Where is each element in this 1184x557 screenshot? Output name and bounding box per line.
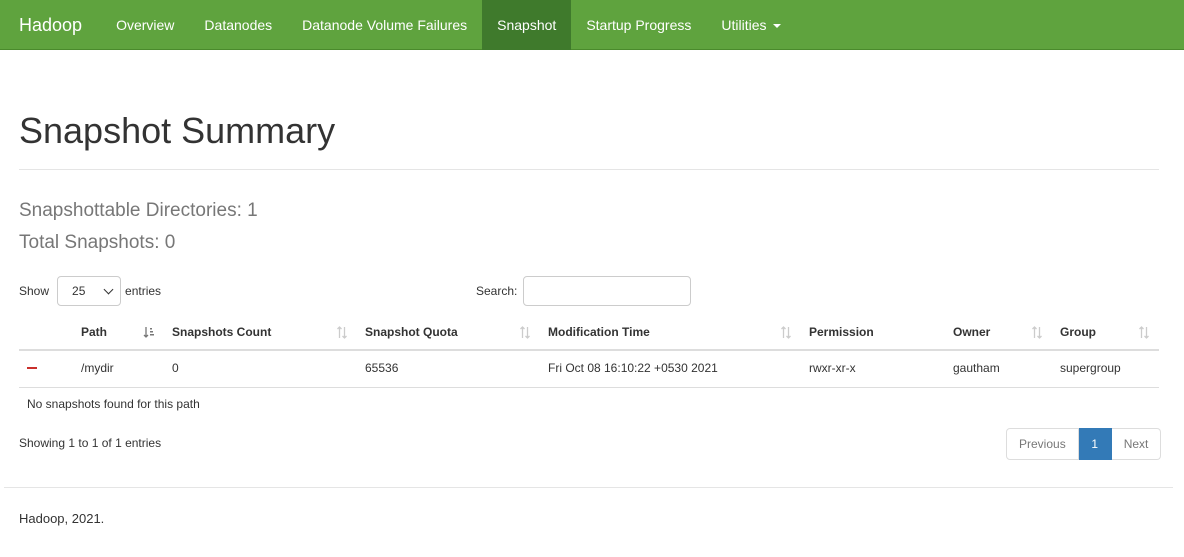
nav-utilities-dropdown[interactable]: Utilities [706,0,795,50]
brand-link[interactable]: Hadoop [0,0,101,50]
page-title: Snapshot Summary [19,110,336,151]
page-length-value: 25 [72,284,86,298]
pagination: Previous 1 Next [1006,428,1162,460]
column-header-snapshot-quota[interactable]: Snapshot Quota [365,325,458,339]
collapse-row-icon[interactable] [27,367,37,369]
cell-owner: gautham [953,361,1000,375]
table-search-control: Search: [476,276,692,306]
sort-both-icon[interactable] [336,326,348,339]
chevron-down-icon [103,284,114,294]
sort-ascending-icon[interactable] [143,326,155,339]
page-1-button[interactable]: 1 [1078,428,1112,460]
column-header-snapshots-count[interactable]: Snapshots Count [172,325,271,339]
sort-both-icon[interactable] [1138,326,1150,339]
nav-snapshot[interactable]: Snapshot [482,0,572,50]
table-header-border [19,349,1159,351]
footer-text: Hadoop, 2021. [19,511,105,526]
nav-utilities-label: Utilities [721,16,767,33]
column-header-owner[interactable]: Owner [953,325,990,339]
sort-both-icon[interactable] [519,326,531,339]
next-page-button[interactable]: Next [1111,428,1162,460]
column-header-path[interactable]: Path [81,325,107,339]
caret-down-icon [772,23,781,28]
cell-path: /mydir [81,361,114,375]
row-divider [19,387,1159,388]
footer-divider [4,487,1173,488]
nav-overview[interactable]: Overview [101,0,189,50]
table-length-control: Show 25 entries [19,276,161,306]
table-info: Showing 1 to 1 of 1 entries [19,436,162,450]
search-input[interactable] [523,276,692,306]
divider [19,169,1159,170]
nav-datanodes[interactable]: Datanodes [189,0,287,50]
nav-startup-progress[interactable]: Startup Progress [571,0,706,50]
cell-snapshot-quota: 65536 [365,361,399,375]
column-header-permission[interactable]: Permission [809,325,874,339]
column-header-modification-time[interactable]: Modification Time [548,325,650,339]
cell-permission: rwxr-xr-x [809,361,856,375]
cell-group: supergroup [1060,361,1121,375]
page-length-select[interactable]: 25 [57,276,122,306]
total-snapshots-count: Total Snapshots: 0 [19,232,176,253]
entries-label: entries [125,284,162,298]
child-row-message: No snapshots found for this path [27,397,200,411]
snapshottable-directories-count: Snapshottable Directories: 1 [19,200,258,221]
previous-page-button[interactable]: Previous [1006,428,1079,460]
search-label: Search: [476,284,518,298]
cell-snapshots-count: 0 [172,361,179,375]
cell-modification-time: Fri Oct 08 16:10:22 +0530 2021 [548,361,718,375]
column-header-group[interactable]: Group [1060,325,1096,339]
sort-both-icon[interactable] [780,326,792,339]
show-label: Show [19,284,50,298]
nav-datanode-volume-failures[interactable]: Datanode Volume Failures [287,0,482,50]
sort-both-icon[interactable] [1031,326,1043,339]
navbar: Hadoop Overview Datanodes Datanode Volum… [0,0,1184,50]
